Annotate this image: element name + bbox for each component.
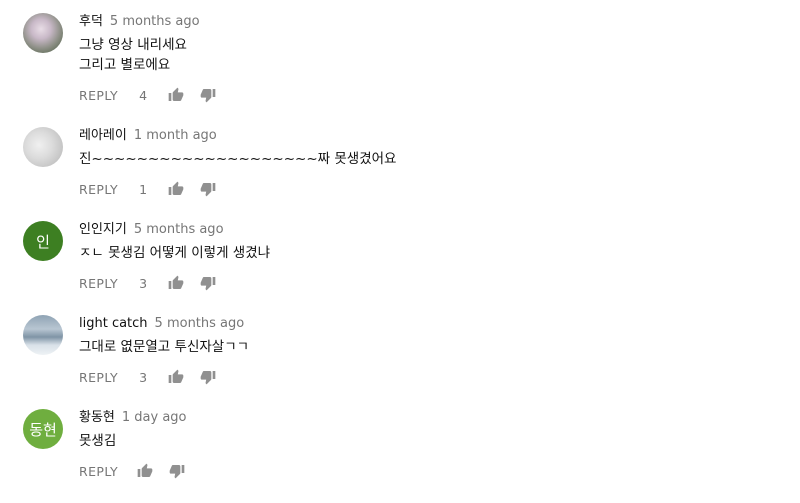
comment-actions: REPLY 1 [79,180,217,198]
thumbs-up-icon[interactable] [136,462,154,480]
comment-header: 레아레이 1 month ago [79,127,217,144]
thumbs-down-icon[interactable] [199,180,217,198]
avatar[interactable] [23,315,63,355]
comment-text: 못생김 [79,433,117,449]
comment-item: 후덕 5 months ago 그냥 영상 내리세요 그리고 별로에요 REPLY… [0,13,800,107]
comment-actions: REPLY 4 [79,86,217,104]
like-count: 3 [139,275,148,291]
reply-button[interactable]: REPLY [79,182,118,197]
reply-button[interactable]: REPLY [79,88,118,103]
comment-text: ㅈㄴ 못생김 어떻게 이렇게 생겼냐 [79,245,271,261]
avatar[interactable] [23,13,63,53]
comment-header: 후덕 5 months ago [79,13,200,30]
comment-text: 진~~~~~~~~~~~~~~~~~~~~짜 못생겼어요 [79,151,397,167]
comment-header: 인인지기 5 months ago [79,221,224,238]
comment-item: light catch 5 months ago 그대로 엾문열고 투신자살ㄱㄱ … [0,315,800,409]
comment-actions: REPLY [79,462,186,480]
author-name[interactable]: light catch [79,316,148,331]
comment-item: 동현 황동현 1 day ago 못생김 REPLY [0,409,800,503]
comment-item: 인 인인지기 5 months ago ㅈㄴ 못생김 어떻게 이렇게 생겼냐 RE… [0,221,800,315]
thumbs-up-icon[interactable] [167,86,185,104]
author-name[interactable]: 인인지기 [79,222,127,237]
reply-button[interactable]: REPLY [79,370,118,385]
comment-time[interactable]: 5 months ago [134,222,224,237]
thumbs-down-icon[interactable] [168,462,186,480]
comment-header: 황동현 1 day ago [79,409,187,426]
thumbs-up-icon[interactable] [167,274,185,292]
like-count: 1 [139,181,148,197]
comment-time[interactable]: 5 months ago [155,316,245,331]
like-count: 4 [139,87,148,103]
comment-text: 그냥 영상 내리세요 그리고 별로에요 [79,37,187,73]
comment-time[interactable]: 1 month ago [134,128,217,143]
comment-header: light catch 5 months ago [79,315,244,332]
comment-text: 그대로 엾문열고 투신자살ㄱㄱ [79,339,250,355]
comment-time[interactable]: 1 day ago [122,410,187,425]
thumbs-down-icon[interactable] [199,368,217,386]
thumbs-down-icon[interactable] [199,86,217,104]
comment-actions: REPLY 3 [79,368,217,386]
comment-actions: REPLY 3 [79,274,217,292]
comment-item: 레아레이 1 month ago 진~~~~~~~~~~~~~~~~~~~~짜 못… [0,127,800,221]
author-name[interactable]: 후덕 [79,14,103,29]
thumbs-up-icon[interactable] [167,368,185,386]
avatar[interactable]: 인 [23,221,63,261]
author-name[interactable]: 황동현 [79,410,115,425]
avatar-letter: 인 [36,232,50,251]
author-name[interactable]: 레아레이 [79,128,127,143]
reply-button[interactable]: REPLY [79,276,118,291]
reply-button[interactable]: REPLY [79,464,118,479]
avatar[interactable] [23,127,63,167]
thumbs-up-icon[interactable] [167,180,185,198]
avatar-letter: 동현 [29,420,57,439]
comment-time[interactable]: 5 months ago [110,14,200,29]
avatar[interactable]: 동현 [23,409,63,449]
thumbs-down-icon[interactable] [199,274,217,292]
like-count: 3 [139,369,148,385]
